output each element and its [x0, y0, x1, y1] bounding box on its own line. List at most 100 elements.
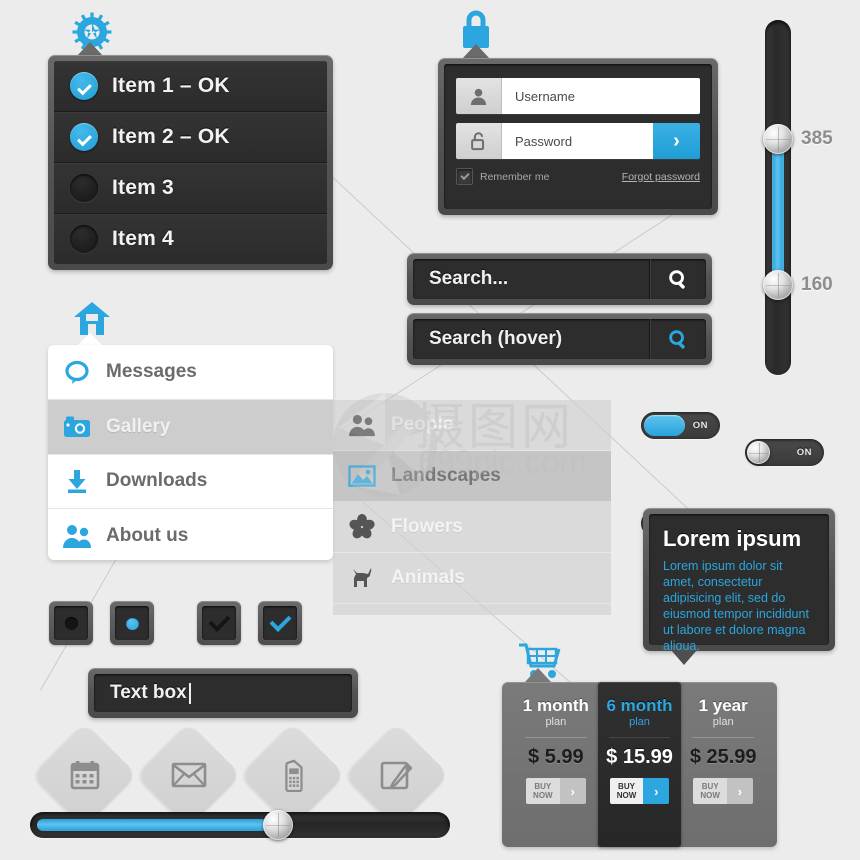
plan-card-1-month[interactable]: 1 month plan $ 5.99 BUY NOW ›: [514, 691, 598, 838]
buy-now-button[interactable]: BUY NOW ›: [526, 778, 586, 804]
search-bar-hover[interactable]: Search (hover): [407, 313, 712, 365]
search-bar-normal[interactable]: Search...: [407, 253, 712, 305]
login-panel: Username Password › Remember me Forgot p…: [438, 58, 718, 215]
check-circle-icon[interactable]: [70, 72, 98, 100]
menu-item-label: People: [391, 414, 454, 435]
chevron-right-icon[interactable]: ›: [559, 778, 586, 804]
plan-card-6-month[interactable]: 6 month plan $ 15.99 BUY NOW ›: [597, 682, 682, 847]
text-box[interactable]: Text box: [88, 668, 358, 718]
search-icon[interactable]: [649, 259, 706, 299]
slider-fill: [772, 136, 784, 286]
search-input[interactable]: Search...: [413, 268, 649, 290]
search-icon[interactable]: [649, 319, 706, 359]
diamond-button-calendar[interactable]: [32, 722, 138, 828]
menu-item-label: Gallery: [106, 415, 171, 437]
toggle-label: ON: [692, 420, 708, 431]
slider-thumb-upper[interactable]: [763, 124, 793, 154]
divider: [692, 737, 755, 738]
menu-item-people[interactable]: People: [333, 400, 611, 451]
toggle-knob-on[interactable]: ON: [745, 439, 824, 466]
diamond-button-mail[interactable]: [136, 722, 242, 828]
login-submit-button[interactable]: ›: [653, 123, 700, 159]
menu-item-downloads[interactable]: Downloads: [48, 455, 333, 510]
check-icon-selected: [269, 610, 291, 632]
toggle-pill-on[interactable]: ON: [641, 412, 720, 439]
tooltip-pointer: [671, 650, 697, 665]
divider: [608, 737, 671, 738]
plan-card-1-year[interactable]: 1 year plan $ 25.99 BUY NOW ›: [681, 691, 765, 838]
buy-now-button[interactable]: BUY NOW ›: [609, 778, 670, 804]
list-item[interactable]: Item 3: [54, 163, 327, 214]
menu-item-landscapes[interactable]: Landscapes: [333, 451, 611, 502]
checkbox-dark[interactable]: [197, 601, 241, 645]
divider: [524, 737, 587, 738]
menu-item-label: Downloads: [106, 470, 208, 492]
plan-name: 1 year: [698, 696, 748, 715]
slider-thumb[interactable]: [263, 810, 293, 840]
menu-item-animals[interactable]: Animals: [333, 553, 611, 604]
checkbox-blue[interactable]: [258, 601, 302, 645]
menu-item-label: About us: [106, 525, 189, 547]
plan-name: 6 month: [606, 696, 673, 715]
pricing-pointer: [524, 668, 552, 683]
radio-checked[interactable]: [110, 601, 154, 645]
horizontal-range-slider[interactable]: [30, 810, 450, 840]
slider-thumb-lower[interactable]: [763, 270, 793, 300]
remember-me-checkbox[interactable]: [456, 168, 473, 185]
password-input[interactable]: Password: [502, 123, 653, 159]
text-box-value[interactable]: Text box: [110, 682, 187, 704]
check-circle-icon[interactable]: [70, 123, 98, 151]
envelope-icon: [171, 761, 207, 789]
slider-track[interactable]: [763, 20, 793, 375]
username-field[interactable]: Username: [456, 78, 700, 114]
text-cursor: [188, 682, 191, 704]
padlock-open-icon: [456, 123, 502, 159]
list-item-label: Item 4: [112, 227, 174, 250]
menu-item-flowers[interactable]: Flowers: [333, 502, 611, 553]
buy-line-1: BUY: [534, 782, 552, 791]
user-icon: [456, 78, 502, 114]
login-pointer: [462, 44, 490, 59]
list-item-label: Item 3: [112, 176, 174, 199]
menu-item-label: Messages: [106, 360, 197, 382]
menu-item-label: Flowers: [391, 516, 463, 537]
people-icon: [333, 413, 391, 437]
list-item-label: Item 2 – OK: [112, 125, 230, 148]
remember-me-label: Remember me: [480, 170, 550, 183]
diamond-button-edit[interactable]: [344, 722, 450, 828]
flower-icon: [333, 514, 391, 540]
empty-circle-icon[interactable]: [70, 225, 98, 253]
buy-now-label: BUY NOW: [609, 778, 644, 804]
toggle-knob[interactable]: [747, 441, 770, 464]
menu-item-about-us[interactable]: About us: [48, 509, 333, 560]
dropdown-list-panel: Item 1 – OK Item 2 – OK Item 3 Item 4: [48, 55, 333, 270]
list-item[interactable]: Item 2 – OK: [54, 112, 327, 163]
remember-me-row[interactable]: Remember me: [456, 168, 549, 185]
forgot-password-link[interactable]: Forgot password: [622, 171, 700, 183]
search-input-hover[interactable]: Search (hover): [413, 328, 649, 350]
slider-track[interactable]: [30, 810, 450, 840]
chevron-right-icon[interactable]: ›: [643, 778, 670, 804]
menu-item-gallery[interactable]: Gallery: [48, 399, 333, 455]
slider-value-upper: 385: [801, 128, 833, 149]
toggle-pill: [644, 415, 685, 436]
chevron-right-icon[interactable]: ›: [726, 778, 753, 804]
menu-item-messages[interactable]: Messages: [48, 345, 333, 400]
vertical-range-slider[interactable]: 385 160: [763, 20, 833, 375]
empty-circle-icon[interactable]: [70, 174, 98, 202]
radio-dot: [64, 616, 78, 630]
diamond-button-phone[interactable]: [240, 722, 346, 828]
username-input[interactable]: Username: [502, 78, 700, 114]
buy-now-button[interactable]: BUY NOW ›: [693, 778, 753, 804]
plan-sub: plan: [629, 716, 650, 728]
gray-dropdown-menu: People Landscapes Flowers Animals: [333, 400, 611, 615]
white-dropdown-menu: Messages Gallery Downloads About us: [48, 345, 333, 560]
slider-fill: [37, 819, 268, 831]
password-field[interactable]: Password ›: [456, 123, 700, 159]
tooltip-panel: Lorem ipsum Lorem ipsum dolor sit amet, …: [643, 508, 835, 665]
list-item[interactable]: Item 1 – OK: [54, 61, 327, 112]
plan-price: $ 5.99: [528, 746, 584, 768]
radio-unchecked[interactable]: [49, 601, 93, 645]
plan-price: $ 25.99: [689, 746, 757, 768]
list-item[interactable]: Item 4: [54, 214, 327, 264]
